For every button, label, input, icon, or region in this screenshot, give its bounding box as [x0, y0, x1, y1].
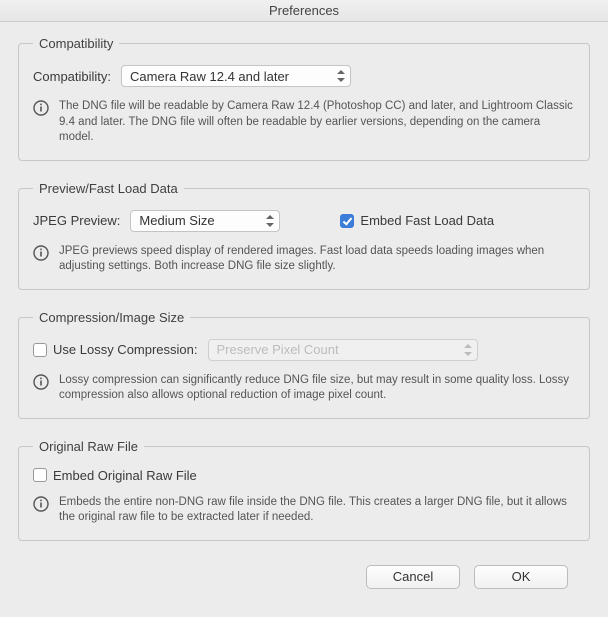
checkbox-use-lossy[interactable]: Use Lossy Compression: — [33, 342, 198, 357]
select-preserve-pixel-count: Preserve Pixel Count — [208, 339, 478, 361]
group-compatibility: Compatibility Compatibility: Camera Raw … — [18, 36, 590, 161]
legend-compression: Compression/Image Size — [33, 310, 190, 325]
window-title: Preferences — [269, 3, 339, 18]
info-text-compatibility: The DNG file will be readable by Camera … — [59, 99, 575, 146]
legend-preview: Preview/Fast Load Data — [33, 181, 184, 196]
legend-compatibility: Compatibility — [33, 36, 119, 51]
checkbox-use-lossy-label: Use Lossy Compression: — [53, 342, 198, 357]
checkbox-embed-original[interactable]: Embed Original Raw File — [33, 468, 197, 483]
group-compression: Compression/Image Size Use Lossy Compres… — [18, 310, 590, 419]
cancel-button[interactable]: Cancel — [366, 565, 460, 589]
ok-button[interactable]: OK — [474, 565, 568, 589]
info-text-preview: JPEG previews speed display of rendered … — [59, 244, 575, 275]
checkbox-embed-original-input[interactable] — [33, 468, 47, 482]
checkbox-embed-original-label: Embed Original Raw File — [53, 468, 197, 483]
legend-original-raw: Original Raw File — [33, 439, 144, 454]
checkbox-embed-fast-load-input[interactable] — [340, 214, 354, 228]
info-icon — [33, 100, 49, 119]
info-icon — [33, 496, 49, 515]
checkbox-use-lossy-input[interactable] — [33, 343, 47, 357]
info-icon — [33, 374, 49, 393]
info-text-compression: Lossy compression can significantly redu… — [59, 373, 575, 404]
window-titlebar: Preferences — [0, 0, 608, 22]
group-original-raw: Original Raw File Embed Original Raw Fil… — [18, 439, 590, 541]
dialog-content: Compatibility Compatibility: Camera Raw … — [0, 22, 608, 589]
label-jpeg-preview: JPEG Preview: — [33, 213, 120, 228]
select-jpeg-preview[interactable]: Medium Size — [130, 210, 280, 232]
label-compatibility: Compatibility: — [33, 69, 111, 84]
info-icon — [33, 245, 49, 264]
select-compatibility[interactable]: Camera Raw 12.4 and later — [121, 65, 351, 87]
checkbox-embed-fast-load-label: Embed Fast Load Data — [360, 213, 494, 228]
info-text-original: Embeds the entire non-DNG raw file insid… — [59, 495, 575, 526]
group-preview: Preview/Fast Load Data JPEG Preview: Med… — [18, 181, 590, 290]
checkbox-embed-fast-load[interactable]: Embed Fast Load Data — [340, 213, 494, 228]
